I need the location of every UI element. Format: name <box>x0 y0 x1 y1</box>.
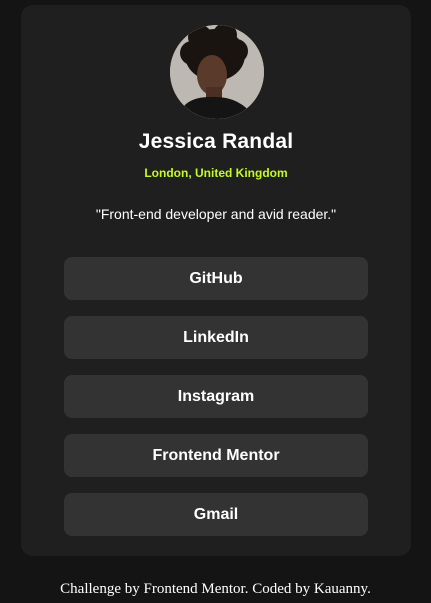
frontend-mentor-link-button[interactable]: Frontend Mentor <box>64 434 368 477</box>
instagram-link-button[interactable]: Instagram <box>64 375 368 418</box>
profile-card: Jessica Randal London, United Kingdom "F… <box>21 5 411 556</box>
attribution-footer: Challenge by Frontend Mentor. Coded by K… <box>60 581 371 597</box>
avatar <box>170 25 264 119</box>
github-link-button[interactable]: GitHub <box>64 257 368 300</box>
linkedin-link-button[interactable]: LinkedIn <box>64 316 368 359</box>
profile-photo-icon <box>170 25 264 119</box>
social-links: GitHub LinkedIn Instagram Frontend Mento… <box>64 257 368 552</box>
profile-name: Jessica Randal <box>138 130 294 153</box>
gmail-link-button[interactable]: Gmail <box>64 493 368 536</box>
profile-bio: "Front-end developer and avid reader." <box>95 206 337 222</box>
profile-location: London, United Kingdom <box>144 166 288 180</box>
